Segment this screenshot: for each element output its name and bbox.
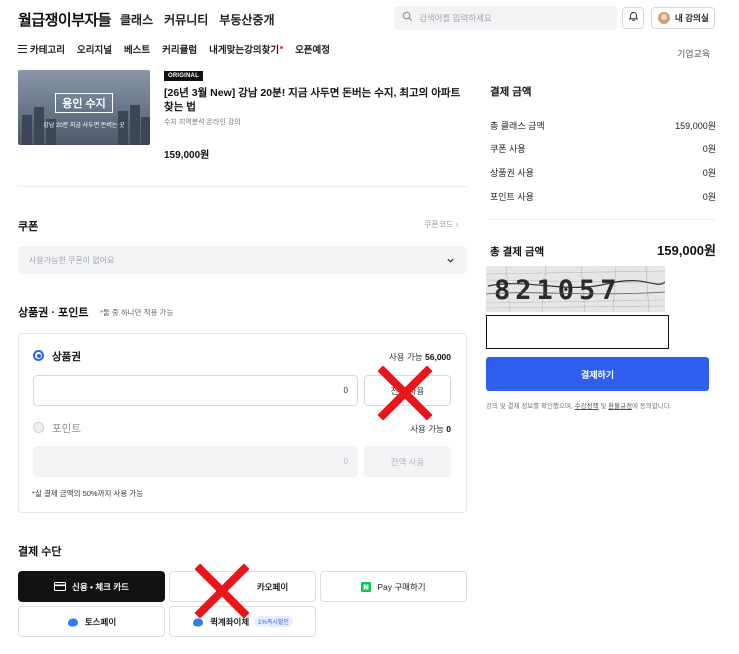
pay-tosspay-button[interactable]: 토스페이 [18, 606, 165, 637]
point-available-prefix: 사용 가능 [410, 424, 444, 434]
site-logo[interactable]: 월급쟁이부자들 [18, 9, 112, 30]
bell-icon [628, 9, 639, 27]
product-price: 159,000원 [164, 150, 210, 161]
subnav-upcoming[interactable]: 오픈예정 [295, 42, 330, 56]
divider [18, 186, 467, 187]
nav-class[interactable]: 클래스 [120, 11, 153, 28]
coupon-select[interactable]: 사용가능한 쿠폰이 없어요 [18, 246, 467, 274]
summary-row-value: 0원 [702, 144, 716, 154]
nav-realestate[interactable]: 부동산중개 [219, 11, 274, 28]
pay-naverpay-button[interactable]: Pay 구매하기 [320, 571, 467, 602]
captcha-text: 821057 [494, 275, 622, 306]
pay-card-button[interactable]: 신용 • 체크 카드 [18, 571, 165, 602]
sub-nav: 카테고리 오리지널 베스트 커리큘럼 내게맞는강의찾기 오픈예정 [18, 42, 342, 56]
pay-quick-transfer-label: 퀵계좌이체 [210, 616, 250, 627]
chevron-down-icon [447, 258, 454, 263]
subnav-original[interactable]: 오리지널 [77, 42, 112, 56]
point-amount-input[interactable] [33, 446, 358, 477]
business-education-link[interactable]: 기업교육 [677, 47, 710, 60]
menu-icon [18, 45, 27, 53]
point-available: 사용 가능 0 [330, 423, 451, 435]
toss-icon [192, 617, 204, 627]
subnav-find-course-label: 내게맞는강의찾기 [209, 45, 280, 56]
subnav-curriculum[interactable]: 커리큘럼 [162, 42, 197, 56]
pay-kakaopay-label: 카오페이 [256, 581, 289, 592]
captcha-image: 821057 [486, 266, 665, 312]
product-thumbnail: 용인 수지 강남 20분 지금 사두면 돈버는 곳 [18, 70, 150, 145]
gift-card-radio[interactable] [33, 350, 44, 361]
subnav-category-label: 카테고리 [30, 45, 65, 56]
avatar [658, 12, 670, 24]
gift-card-label: 상품권 [52, 351, 81, 363]
summary-row-label: 상품권 사용 [490, 168, 534, 178]
gift-available-prefix: 사용 가능 [388, 352, 423, 362]
subnav-category[interactable]: 카테고리 [18, 42, 65, 56]
gift-card-amount-input[interactable] [33, 375, 358, 406]
search-box [394, 6, 617, 30]
pay-button[interactable]: 결제하기 [486, 357, 709, 391]
new-dot [280, 45, 284, 49]
point-label: 포인트 [52, 423, 81, 435]
subnav-find-course[interactable]: 내게맞는강의찾기 [209, 42, 284, 56]
summary-row-value: 0원 [702, 192, 716, 202]
gift-card-available: 사용 가능 56,000 [330, 351, 451, 363]
summary-title: 결제 금액 [490, 86, 532, 98]
agree-text-before: 강의 및 결제 정보를 확인했으며, [486, 403, 573, 410]
coupon-heading: 쿠폰 [18, 221, 39, 233]
limit-note: *실 결제 금액의 50%까지 사용 가능 [32, 489, 144, 498]
my-classroom-button[interactable]: 내 강의실 [651, 7, 715, 29]
my-classroom-label: 내 강의실 [675, 13, 709, 23]
agreement-text: 강의 및 결제 정보를 확인했으며, 수강정책 및 환불규정에 동의합니다. [486, 400, 672, 410]
main-nav: 클래스 커뮤니티 부동산중개 [120, 11, 275, 28]
summary-row: 상품권 사용 0원 [490, 166, 716, 179]
summary-row: 쿠폰 사용 0원 [490, 142, 716, 155]
gift-card-use-all-button[interactable]: 전액 사용 [364, 375, 451, 406]
summary-row: 총 클래스 금액 159,000원 [490, 119, 716, 132]
thumbnail-title: 용인 수지 [55, 93, 113, 113]
gift-point-heading: 상품권 · 포인트 [18, 307, 89, 319]
summary-row-label: 쿠폰 사용 [490, 144, 526, 154]
pay-tosspay-label: 토스페이 [84, 616, 117, 627]
pay-card-label: 신용 • 체크 카드 [72, 581, 129, 592]
total-value: 159,000원 [657, 243, 716, 258]
top-header: 월급쟁이부자들 클래스 커뮤니티 부동산중개 내 강의실 [0, 0, 739, 36]
pay-kakaopay-button[interactable]: 카오페이 [169, 571, 316, 602]
summary-row-value: 159,000원 [675, 121, 716, 131]
toss-icon [67, 617, 79, 627]
gift-available-value: 56,000 [425, 352, 451, 362]
search-icon [402, 9, 413, 27]
discount-tag: 1%즉시할인 [254, 616, 293, 627]
point-radio[interactable] [33, 422, 44, 433]
agree-text-after: 에 동의합니다. [632, 403, 672, 410]
credit-card-icon [54, 582, 66, 591]
original-badge: ORIGINAL [164, 71, 203, 81]
product-subtitle: 수지 지역분석 온라인 강의 [164, 119, 241, 126]
total-label: 총 결제 금액 [490, 246, 545, 258]
thumbnail-subtitle: 강남 20분 지금 사두면 돈버는 곳 [43, 123, 125, 129]
captcha-input[interactable] [486, 315, 669, 349]
subnav-best[interactable]: 베스트 [124, 42, 150, 56]
summary-row: 포인트 사용 0원 [490, 190, 716, 203]
pay-quick-transfer-button[interactable]: 퀵계좌이체 1%즉시할인 [169, 606, 316, 637]
payment-method-heading: 결제 수단 [18, 546, 62, 558]
point-use-all-button[interactable]: 전액 사용 [364, 446, 451, 477]
summary-row-label: 총 클래스 금액 [490, 121, 545, 131]
pay-naverpay-label: Pay 구매하기 [377, 581, 426, 592]
coupon-code-link[interactable]: 쿠폰코드 › [424, 219, 458, 230]
nav-community[interactable]: 커뮤니티 [164, 11, 208, 28]
coupon-select-placeholder: 사용가능한 쿠폰이 없어요 [29, 255, 115, 265]
notification-button[interactable] [622, 7, 644, 29]
search-input[interactable] [419, 13, 609, 23]
point-available-value: 0 [446, 424, 451, 434]
gift-point-note: *둘 중 하나만 적용 가능 [100, 308, 174, 317]
summary-row-label: 포인트 사용 [490, 192, 534, 202]
total-row: 총 결제 금액 159,000원 [490, 240, 716, 259]
product-title: [26년 3월 New] 강남 20분! 지금 사두면 돈버는 수지, 최고의 … [164, 87, 461, 113]
summary-row-value: 0원 [702, 168, 716, 178]
policy-link[interactable]: 수강정책 [575, 403, 599, 410]
divider [487, 219, 716, 220]
agree-text-mid: 및 [600, 403, 607, 410]
naver-n-icon [361, 581, 372, 592]
refund-link[interactable]: 환불규정 [608, 403, 632, 410]
